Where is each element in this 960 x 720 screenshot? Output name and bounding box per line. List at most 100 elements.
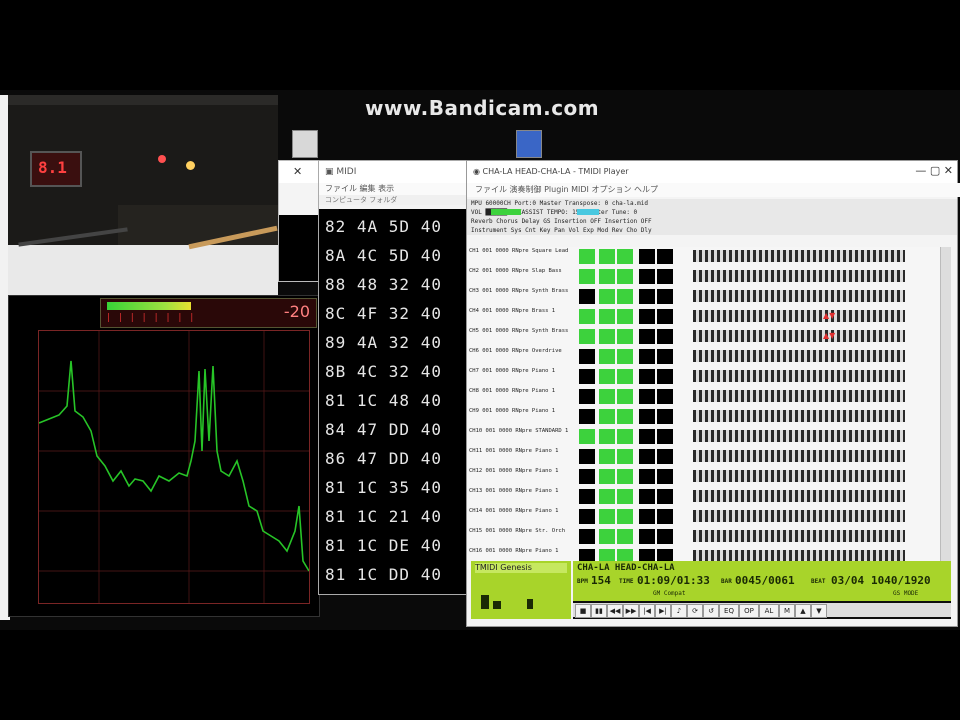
level-meter-ticks: | | | | | | | | (107, 313, 197, 323)
meter-cell (657, 509, 673, 524)
meter-cell (599, 289, 615, 304)
desktop-app-icon[interactable] (516, 130, 542, 158)
meter-cell (639, 489, 655, 504)
lcd-display: CHA-LA HEAD-CHA-LA BPM 154 TIME 01:09/01… (573, 561, 951, 601)
fast-forward-button[interactable]: ▶▶ (623, 604, 639, 618)
meter-cell (617, 269, 633, 284)
channel-label: CH4 001 0000 RNpre Brass 1 (469, 308, 556, 314)
hex-line: 81 1C 35 40 (325, 478, 442, 497)
channel-row[interactable]: CH10 001 0000 RNpre STANDARD 1 (467, 427, 945, 446)
meter-cell (599, 469, 615, 484)
mute-button[interactable]: M (779, 604, 795, 618)
piano-keyboard (693, 530, 905, 542)
piano-keyboard (693, 350, 905, 362)
volume-up-button[interactable]: ▲ (795, 604, 811, 618)
meter-cell (617, 389, 633, 404)
eq-button[interactable]: EQ (719, 604, 739, 618)
gs-mode-label: GS MODE (893, 590, 919, 597)
reset-button[interactable]: ↺ (703, 604, 719, 618)
hex-line: 84 47 DD 40 (325, 420, 442, 439)
level-meter-fill (107, 302, 191, 310)
channel-row[interactable]: CH3 001 0000 RNpre Synth Brass (467, 287, 945, 306)
channel-row[interactable]: CH7 001 0000 RNpre Piano 1 (467, 367, 945, 386)
channel-row[interactable]: CH11 001 0000 RNpre Piano 1 (467, 447, 945, 466)
channel-row[interactable]: CH6 001 0000 RNpre Overdrive (467, 347, 945, 366)
desktop-file-icon[interactable] (292, 130, 318, 158)
channel-row[interactable]: CH4 001 0000 RNpre Brass 1 ▲▼ (467, 307, 945, 326)
meter-cell (599, 389, 615, 404)
beat-label: BEAT (811, 578, 826, 585)
meter-cell (657, 369, 673, 384)
meter-cell (579, 289, 595, 304)
meter-cell (617, 329, 633, 344)
next-button[interactable]: ▶| (655, 604, 671, 618)
hex-line: 86 47 DD 40 (325, 449, 442, 468)
background-window[interactable]: ✕ (278, 160, 322, 282)
window-content (279, 215, 321, 281)
option-button[interactable]: OP (739, 604, 759, 618)
channel-label: CH11 001 0000 RNpre Piano 1 (469, 448, 559, 454)
meter-cell (657, 269, 673, 284)
meter-cell (579, 389, 595, 404)
hex-line: 81 1C 48 40 (325, 391, 442, 410)
mini-meter (481, 595, 489, 609)
pause-button[interactable]: ▮▮ (591, 604, 607, 618)
meter-cell (657, 309, 673, 324)
note-button[interactable]: ♪ (671, 604, 687, 618)
piano-keyboard (693, 510, 905, 522)
meter-cell (599, 369, 615, 384)
meter-cell (657, 449, 673, 464)
tmidi-player-window[interactable]: ◉ CHA-LA HEAD-CHA-LA - TMIDI Player — ▢ … (466, 160, 960, 627)
vertical-scrollbar[interactable] (940, 247, 951, 569)
meter-cell (599, 349, 615, 364)
desk-surface (8, 245, 278, 295)
menu-bar[interactable]: ファイル 演奏制御 Plugin MIDI オプション ヘルプ (467, 183, 960, 197)
midi-monitor-window[interactable]: ▣ MIDI ファイル 編集 表示 コンピュータ フォルダ 82 4A 5D 4… (318, 160, 473, 595)
piano-keyboard (693, 250, 905, 262)
channel-row[interactable]: CH15 001 0000 RNpre Str. Orch (467, 527, 945, 546)
stop-button[interactable]: ■ (575, 604, 591, 618)
hex-line: 89 4A 32 40 (325, 333, 442, 352)
mini-meter (527, 599, 533, 609)
meter-cell (657, 349, 673, 364)
meter-cell (639, 469, 655, 484)
loop-button[interactable]: ⟳ (687, 604, 703, 618)
genesis-title: TMIDI Genesis (475, 563, 567, 573)
info-line: Instrument Sys Cnt Key Pan Vol Exp Mod R… (471, 227, 652, 234)
genesis-panel: TMIDI Genesis (471, 561, 571, 619)
meter-cell (579, 509, 595, 524)
rewind-button[interactable]: ◀◀ (607, 604, 623, 618)
meter-cell (639, 529, 655, 544)
meter-cell (599, 249, 615, 264)
meter-cell (617, 429, 633, 444)
channel-row[interactable]: CH13 001 0000 RNpre Piano 1 (467, 487, 945, 506)
meter-cell (599, 409, 615, 424)
channel-row[interactable]: CH5 001 0000 RNpre Synth Brass ▲▼ (467, 327, 945, 346)
volume-down-button[interactable]: ▼ (811, 604, 827, 618)
hex-line: 88 48 32 40 (325, 275, 442, 294)
hex-line: 82 4A 5D 40 (325, 217, 442, 236)
gm-compat-label: GM Compat (653, 590, 686, 597)
meter-cell (617, 409, 633, 424)
meter-cell (617, 309, 633, 324)
mini-meter (493, 601, 501, 609)
yellow-light (186, 161, 195, 170)
channel-label: CH3 001 0000 RNpre Synth Brass (469, 288, 569, 294)
all-button[interactable]: AL (759, 604, 779, 618)
channel-row[interactable]: CH8 001 0000 RNpre Piano 1 (467, 387, 945, 406)
window-controls[interactable]: — ▢ ✕ (915, 164, 953, 177)
meter-cell (579, 309, 595, 324)
channel-row[interactable]: CH1 001 0000 RNpre Square Lead (467, 247, 945, 266)
channel-row[interactable]: CH14 001 0000 RNpre Piano 1 (467, 507, 945, 526)
meter-cell (579, 269, 595, 284)
previous-button[interactable]: |◀ (639, 604, 655, 618)
piano-keyboard (693, 330, 905, 342)
meter-cell (599, 429, 615, 444)
channel-row[interactable]: CH12 001 0000 RNpre Piano 1 (467, 467, 945, 486)
channel-row[interactable]: CH2 001 0000 RNpre Slap Bass (467, 267, 945, 286)
toolbar[interactable]: コンピュータ フォルダ (319, 195, 473, 205)
menu-bar[interactable]: ファイル 編集 表示 (319, 183, 473, 195)
channel-row[interactable]: CH9 001 0000 RNpre Piano 1 (467, 407, 945, 426)
close-icon[interactable]: ✕ (293, 165, 302, 178)
app-icon: ◉ (473, 167, 480, 176)
